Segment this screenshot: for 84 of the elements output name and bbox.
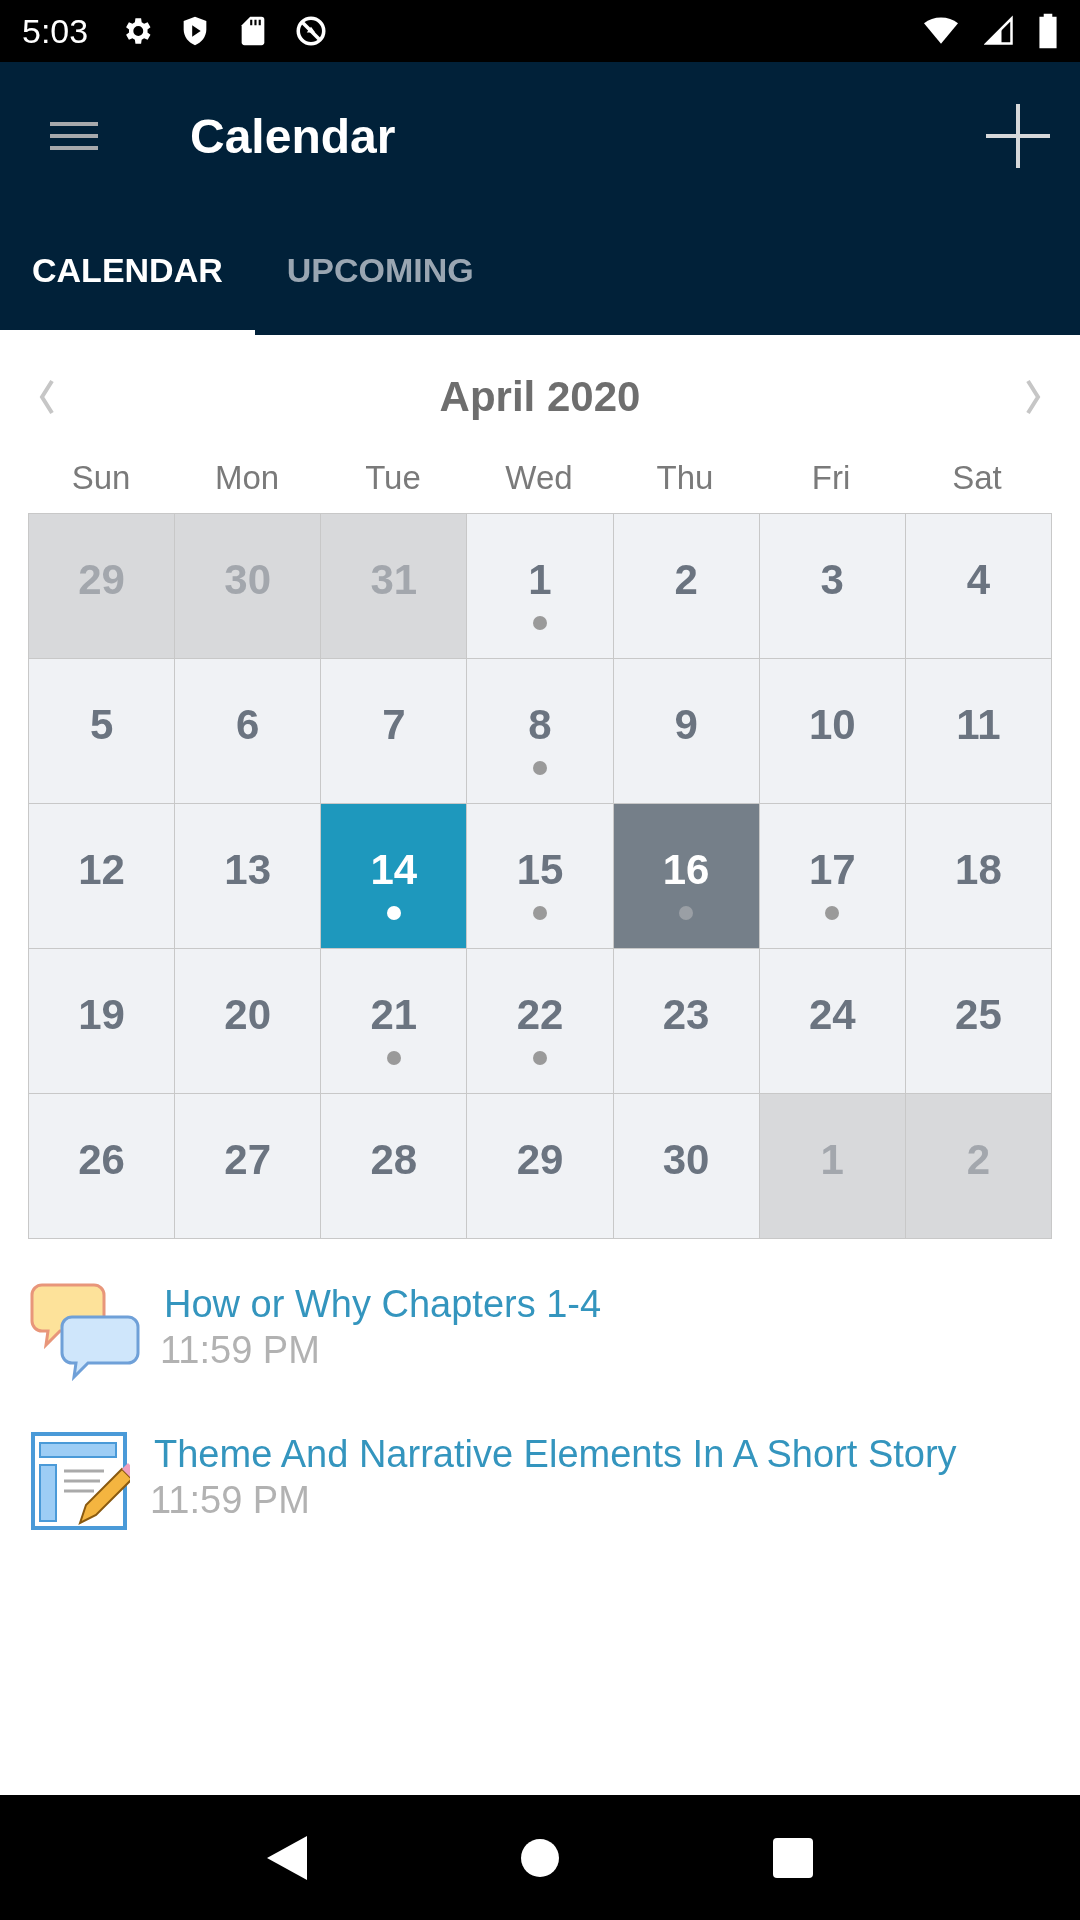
home-icon[interactable] <box>520 1837 560 1878</box>
day-number: 11 <box>956 701 1001 749</box>
day-cell[interactable]: 12 <box>29 804 176 949</box>
day-cell[interactable]: 2 <box>613 514 760 659</box>
day-cell[interactable]: 5 <box>29 659 176 804</box>
day-number: 14 <box>370 846 418 894</box>
day-number: 4 <box>966 556 991 604</box>
day-cell[interactable]: 10 <box>759 659 906 804</box>
tab[interactable]: CALENDAR <box>0 210 255 335</box>
add-icon[interactable] <box>986 104 1050 168</box>
day-number: 24 <box>808 991 856 1039</box>
day-cell[interactable]: 28 <box>321 1094 468 1239</box>
weekday-label: Thu <box>655 459 715 497</box>
day-number: 19 <box>78 991 125 1039</box>
clock: 5:03 <box>22 11 89 51</box>
day-cell[interactable]: 19 <box>29 949 176 1094</box>
day-cell[interactable]: 25 <box>905 949 1052 1094</box>
day-number: 22 <box>516 991 564 1039</box>
day-cell[interactable]: 26 <box>29 1094 176 1239</box>
day-number: 16 <box>662 846 710 894</box>
day-cell[interactable]: 23 <box>613 949 760 1094</box>
day-cell[interactable]: 20 <box>175 949 322 1094</box>
day-number: 6 <box>236 701 260 749</box>
day-number: 8 <box>528 701 552 749</box>
weekday-label: Sun <box>70 459 132 497</box>
day-cell[interactable]: 29 <box>467 1094 614 1239</box>
page-pencil-icon <box>30 1431 130 1531</box>
day-number: 21 <box>370 991 418 1039</box>
day-cell[interactable]: 27 <box>175 1094 322 1239</box>
day-cell[interactable]: 21 <box>321 949 468 1094</box>
day-number: 17 <box>808 846 856 894</box>
day-number: 7 <box>382 701 406 749</box>
day-cell[interactable]: 14 <box>321 804 468 949</box>
day-number: 10 <box>808 701 856 749</box>
day-number: 20 <box>224 991 272 1039</box>
weekday-label: Tue <box>364 459 422 497</box>
day-cell[interactable]: 4 <box>905 514 1052 659</box>
day-number: 15 <box>516 846 564 894</box>
month-title: April 2020 <box>439 373 641 421</box>
signal-icon <box>984 14 1014 48</box>
day-cell[interactable]: 6 <box>175 659 322 804</box>
day-number: 18 <box>955 846 1002 894</box>
app-title: Calendar <box>190 108 397 164</box>
menu-icon[interactable] <box>50 121 98 151</box>
day-cell[interactable]: 24 <box>759 949 906 1094</box>
day-cell[interactable]: 9 <box>613 659 760 804</box>
day-cell[interactable]: 3 <box>759 514 906 659</box>
day-cell[interactable]: 13 <box>175 804 322 949</box>
event-time: 11:59 PM <box>150 1478 311 1523</box>
day-number: 28 <box>370 1136 418 1184</box>
weekday-label: Fri <box>810 459 852 497</box>
event-time: 11:59 PM <box>160 1328 321 1373</box>
day-cell[interactable]: 8 <box>467 659 614 804</box>
day-number: 2 <box>674 556 698 604</box>
day-cell[interactable]: 7 <box>321 659 468 804</box>
day-number: 23 <box>662 991 710 1039</box>
day-cell[interactable]: 15 <box>467 804 614 949</box>
day-number: 1 <box>528 556 552 604</box>
day-number: 13 <box>224 846 272 894</box>
day-number: 5 <box>89 701 114 749</box>
day-cell[interactable]: 30 <box>613 1094 760 1239</box>
weekday-label: Mon <box>213 459 281 497</box>
event-title[interactable]: Theme And Narrative Elements In A Short Story <box>154 1431 957 1477</box>
tab[interactable]: UPCOMING <box>254 210 506 335</box>
day-number: 27 <box>224 1136 272 1184</box>
recents-icon[interactable] <box>773 1837 814 1878</box>
day-cell[interactable]: 17 <box>759 804 906 949</box>
day-cell[interactable]: 1 <box>467 514 614 659</box>
day-number: 25 <box>955 991 1002 1039</box>
battery-icon <box>1038 13 1058 49</box>
event-title[interactable]: How or Why Chapters 1-4 <box>164 1281 602 1327</box>
day-cell[interactable]: 16 <box>613 804 760 949</box>
day-number: 29 <box>516 1136 564 1184</box>
weekday-label: Wed <box>504 459 574 497</box>
day-number: 30 <box>662 1136 710 1184</box>
day-cell[interactable]: 18 <box>905 804 1052 949</box>
day-number: 3 <box>820 556 844 604</box>
day-number: 9 <box>674 701 698 749</box>
day-number: 26 <box>78 1136 125 1184</box>
day-cell[interactable]: 11 <box>905 659 1052 804</box>
weekday-label: Sat <box>951 459 1003 497</box>
day-number: 12 <box>78 846 125 894</box>
back-icon[interactable] <box>266 1835 307 1880</box>
day-cell[interactable]: 22 <box>467 949 614 1094</box>
